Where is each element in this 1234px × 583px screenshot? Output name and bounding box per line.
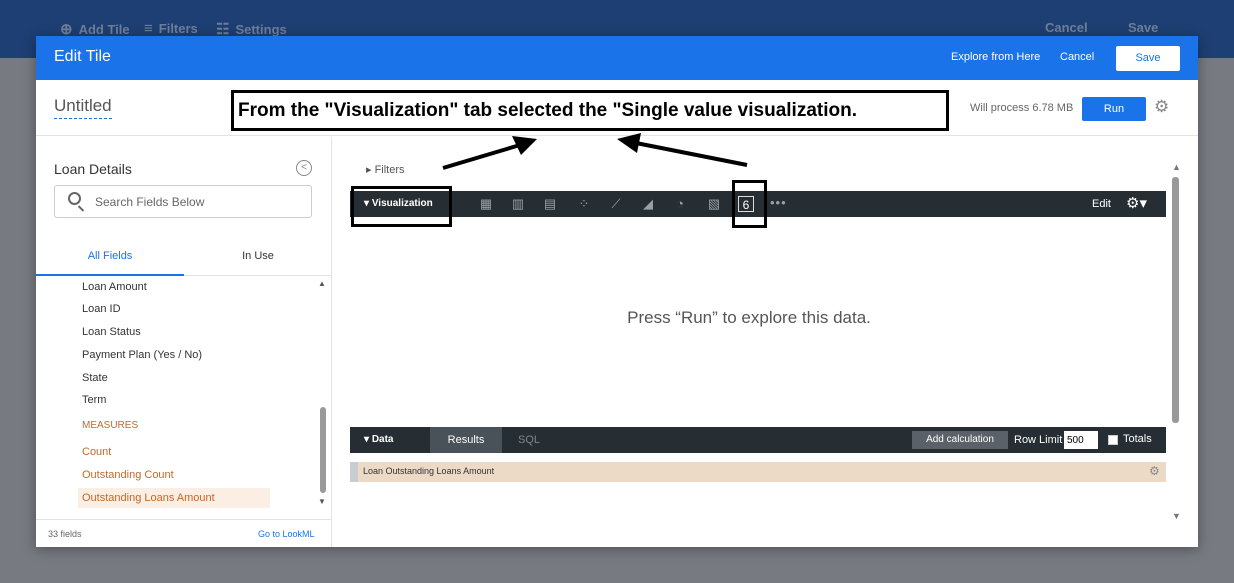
add-calculation-button[interactable]: Add calculation: [912, 431, 1008, 449]
bg-settings-label: Settings: [235, 21, 287, 37]
more-options-icon[interactable]: •••: [770, 195, 787, 210]
vis-edit-button[interactable]: Edit: [1092, 198, 1111, 210]
line-chart-icon[interactable]: ⟋: [608, 196, 624, 212]
row-limit-label: Row Limit: [1014, 434, 1063, 446]
area-chart-icon[interactable]: ◢: [640, 196, 656, 212]
field-list: Loan Amount Loan ID Loan Status Payment …: [36, 277, 332, 511]
filter-icon: ≡: [144, 20, 153, 37]
highlight-single-value: [732, 180, 767, 228]
results-column-header[interactable]: Loan Outstanding Loans Amount ⚙: [350, 462, 1166, 482]
tab-results[interactable]: Results: [430, 427, 502, 453]
pie-chart-icon[interactable]: ◔: [672, 196, 688, 212]
explore-name: Loan Details: [54, 161, 132, 177]
bg-add-tile-label: Add Tile: [78, 21, 130, 37]
field-picker: Loan Details < All Fields In Use Loan Am…: [36, 137, 332, 547]
column-edge: [350, 462, 358, 482]
vis-gear-icon[interactable]: ⚙▾: [1126, 194, 1147, 212]
field-item[interactable]: Payment Plan (Yes / No): [78, 345, 206, 365]
scroll-thumb[interactable]: [320, 407, 326, 493]
cancel-button[interactable]: Cancel: [1060, 51, 1094, 63]
pane-scroll-down-icon[interactable]: ▼: [1172, 511, 1181, 521]
search-box: [54, 185, 312, 218]
tab-in-use[interactable]: In Use: [184, 241, 332, 276]
data-tab[interactable]: ▾ Data: [364, 434, 394, 445]
bg-cancel-button: Cancel: [1045, 20, 1088, 35]
filters-label: Filters: [374, 164, 405, 176]
bg-cancel-label: Cancel: [1045, 20, 1088, 35]
measure-item[interactable]: Outstanding Count: [78, 465, 178, 485]
measure-item[interactable]: Count: [78, 442, 115, 462]
filters-section[interactable]: ▸ Filters: [366, 163, 405, 176]
collapse-left-icon[interactable]: <: [296, 160, 312, 176]
column-chart-icon[interactable]: ▥: [510, 196, 526, 212]
annotation-callout: From the "Visualization" tab selected th…: [231, 90, 949, 131]
column-gear-icon[interactable]: ⚙: [1149, 464, 1160, 478]
tile-title-input[interactable]: Untitled: [54, 96, 112, 119]
tab-all-fields[interactable]: All Fields: [36, 241, 184, 276]
table-chart-icon[interactable]: ▦: [478, 196, 494, 212]
modal-title: Edit Tile: [54, 48, 111, 65]
bg-filters-label: Filters: [158, 21, 198, 36]
bar-chart-icon[interactable]: ▤: [542, 196, 558, 212]
field-tabs: All Fields In Use: [36, 241, 332, 276]
field-item[interactable]: Loan ID: [78, 299, 125, 319]
run-placeholder: Press “Run” to explore this data.: [627, 308, 871, 327]
search-icon: [68, 192, 81, 205]
field-item[interactable]: Loan Status: [78, 322, 145, 342]
tab-sql[interactable]: SQL: [518, 427, 540, 453]
bg-filters-button: ≡ Filters: [144, 20, 198, 37]
bg-save-button: Save: [1128, 20, 1158, 35]
scroll-up-icon[interactable]: ▲: [318, 279, 326, 288]
modal-header: Edit Tile Explore from Here Cancel Save: [36, 36, 1198, 80]
search-fields-input[interactable]: [95, 193, 305, 211]
scroll-down-icon[interactable]: ▼: [318, 497, 326, 506]
field-item[interactable]: Term: [78, 390, 110, 410]
field-count: 33 fields: [48, 529, 82, 539]
totals-checkbox[interactable]: [1108, 435, 1118, 445]
field-item[interactable]: Loan Amount: [78, 277, 151, 297]
totals-label: Totals: [1123, 433, 1152, 445]
go-to-lookml-link[interactable]: Go to LookML: [258, 529, 315, 539]
save-button[interactable]: Save: [1116, 46, 1180, 71]
row-limit-input[interactable]: [1064, 431, 1098, 449]
data-bar: ▾ Data Results SQL Add calculation Row L…: [350, 427, 1166, 453]
pane-scroll-thumb[interactable]: [1172, 177, 1179, 423]
field-item[interactable]: State: [78, 368, 112, 388]
bg-save-label: Save: [1128, 20, 1159, 35]
field-picker-footer: 33 fields Go to LookML: [36, 519, 332, 547]
measures-heading: MEASURES: [82, 420, 139, 431]
data-label: Data: [371, 434, 394, 445]
column-name: Loan Outstanding Loans Amount: [363, 466, 495, 476]
field-list-scrollbar[interactable]: ▲ ▼: [318, 277, 328, 509]
scatter-chart-icon[interactable]: ⁘: [576, 196, 592, 212]
run-button[interactable]: Run: [1082, 97, 1146, 121]
map-chart-icon[interactable]: ▧: [706, 196, 722, 212]
pane-scroll-up-icon[interactable]: ▲: [1172, 162, 1181, 172]
process-info: Will process 6.78 MB: [970, 102, 1074, 114]
measure-item-selected[interactable]: Outstanding Loans Amount: [78, 488, 270, 508]
explore-from-here-link[interactable]: Explore from Here: [951, 51, 1040, 63]
highlight-visualization-tab: [351, 186, 452, 227]
gear-icon[interactable]: ⚙: [1154, 97, 1169, 117]
